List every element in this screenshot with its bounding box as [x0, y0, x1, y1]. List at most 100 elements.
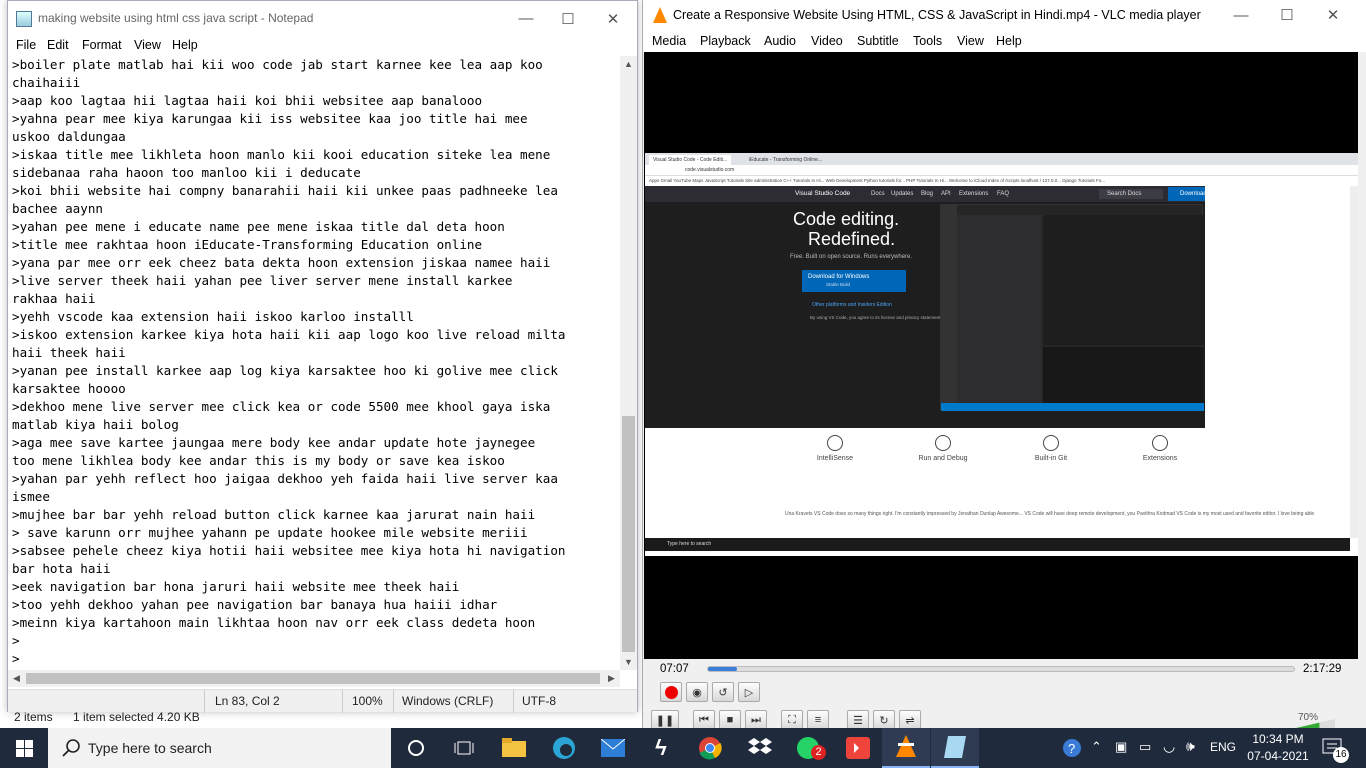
menu-help[interactable]: Help: [996, 34, 1022, 48]
extended-settings-button[interactable]: ≡: [807, 710, 829, 730]
text-line: too mene likhlea body kee andar this is …: [12, 453, 505, 468]
meet-now-icon[interactable]: ▣: [1115, 739, 1127, 755]
start-button[interactable]: [0, 728, 48, 768]
record-button[interactable]: [660, 682, 682, 702]
horizontal-scroll-thumb[interactable]: [26, 673, 600, 684]
loop-ab-button[interactable]: ↺: [712, 682, 734, 702]
previous-icon: ⏮: [699, 713, 709, 726]
help-icon[interactable]: ?: [1062, 738, 1082, 761]
close-icon[interactable]: ✕: [1310, 0, 1356, 30]
vscode-brand: Visual Studio Code: [795, 190, 851, 197]
maximize-icon[interactable]: ☐: [1264, 0, 1310, 30]
text-line: >koi bhii website hai compny banarahii h…: [12, 183, 558, 198]
stop-button[interactable]: ■: [719, 710, 741, 730]
minimize-icon[interactable]: —: [1218, 0, 1264, 30]
vertical-scrollbar[interactable]: ▲ ▼: [620, 56, 637, 670]
edge-icon[interactable]: [540, 728, 588, 768]
taskbar-search-box[interactable]: Type here to search: [48, 728, 391, 768]
notepad-title-bar[interactable]: making website using html css java scrip…: [8, 1, 637, 36]
scroll-left-icon[interactable]: ◀: [8, 670, 25, 687]
feature-intellisense: IntelliSense: [785, 435, 885, 462]
hero-heading-2: Redefined.: [808, 229, 896, 249]
close-icon[interactable]: ✕: [590, 1, 636, 36]
menu-video[interactable]: Video: [811, 34, 843, 48]
next-button[interactable]: ⏭: [745, 710, 767, 730]
notepad-menu-bar: File Edit Format View Help: [8, 36, 637, 56]
fullscreen-button[interactable]: ⛶: [781, 710, 803, 730]
text-line: >dekhoo mene live server mee click kea o…: [12, 399, 551, 414]
inner-taskbar: Type here to search: [645, 538, 1350, 551]
menu-playback[interactable]: Playback: [700, 34, 751, 48]
pause-icon: ❚❚: [655, 714, 675, 727]
whatsapp-icon[interactable]: 2: [784, 728, 832, 768]
menu-format[interactable]: Format: [82, 38, 122, 52]
playlist-button[interactable]: ☰: [847, 710, 869, 730]
wifi-icon[interactable]: ◡: [1163, 738, 1175, 755]
snapshot-button[interactable]: ◉: [686, 682, 708, 702]
clock-date: 07-04-2021: [1247, 749, 1309, 763]
menu-view[interactable]: View: [134, 38, 161, 52]
vlc-controls: ◉ ↺ ▷ ❚❚ ⏮ ■ ⏭ ⛶ ≡ ☰ ↻ ⇌ 70%: [643, 679, 1366, 731]
menu-audio[interactable]: Audio: [764, 34, 796, 48]
app-icon[interactable]: ϟ: [637, 728, 685, 768]
scroll-up-icon[interactable]: ▲: [620, 56, 637, 72]
text-line: >sabsee pehele cheez kiya hotii haii web…: [12, 543, 566, 558]
vlc-title-bar[interactable]: Create a Responsive Website Using HTML, …: [643, 0, 1366, 30]
volume-icon[interactable]: 🕪: [1186, 738, 1195, 755]
menu-edit[interactable]: Edit: [47, 38, 69, 52]
cortana-icon[interactable]: [392, 728, 440, 768]
menu-tools[interactable]: Tools: [913, 34, 942, 48]
dropbox-icon[interactable]: [736, 728, 784, 768]
nav-link: API: [941, 191, 951, 197]
camera-icon: ◉: [692, 686, 702, 699]
vertical-scroll-thumb[interactable]: [622, 416, 635, 652]
seek-bar[interactable]: [707, 666, 1295, 672]
nav-link: FAQ: [997, 191, 1010, 197]
frame-step-button[interactable]: ▷: [738, 682, 760, 702]
menu-view[interactable]: View: [957, 34, 984, 48]
encoding: UTF-8: [522, 694, 556, 708]
vlc-taskbar-icon[interactable]: [882, 728, 930, 768]
menu-media[interactable]: Media: [652, 34, 686, 48]
file-explorer-icon[interactable]: [490, 728, 538, 768]
menu-file[interactable]: File: [16, 38, 36, 52]
text-line: karsaktee hoooo: [12, 381, 126, 396]
horizontal-scrollbar[interactable]: ◀ ▶: [8, 670, 620, 687]
notification-center-icon[interactable]: 16: [1322, 738, 1349, 763]
equalizer-icon: ≡: [814, 714, 822, 726]
previous-button[interactable]: ⏮: [693, 710, 715, 730]
chrome-icon[interactable]: [686, 728, 734, 768]
shuffle-icon: ⇌: [905, 714, 915, 727]
shuffle-button[interactable]: ⇌: [899, 710, 921, 730]
task-view-icon[interactable]: [440, 728, 488, 768]
tweets-section: Una Kravets VS Code does so many things …: [785, 511, 1315, 517]
maximize-icon[interactable]: ☐: [545, 1, 591, 36]
mail-icon[interactable]: [589, 728, 637, 768]
browser-scrollbar: [1350, 186, 1358, 538]
notepad-taskbar-icon[interactable]: [931, 728, 979, 768]
scroll-down-icon[interactable]: ▼: [620, 654, 637, 670]
taskbar-clock[interactable]: 10:34 PM 07-04-2021: [1244, 731, 1312, 765]
text-line: >yana par mee orr eek cheez bata dekta h…: [12, 255, 551, 270]
loop-button[interactable]: ↻: [873, 710, 895, 730]
menu-help[interactable]: Help: [172, 38, 198, 52]
menu-subtitle[interactable]: Subtitle: [857, 34, 899, 48]
lightbulb-icon: [827, 435, 843, 451]
nav-link: Extensions: [959, 191, 989, 197]
anydesk-icon[interactable]: [834, 728, 882, 768]
zoom-level: 100%: [352, 694, 383, 708]
text-line: > save karunn orr mujhee yahann pe updat…: [12, 525, 528, 540]
pause-button[interactable]: ❚❚: [651, 710, 679, 730]
notepad-text-area[interactable]: >boiler plate matlab hai kii woo code ja…: [12, 56, 622, 670]
search-placeholder: Type here to search: [88, 740, 212, 756]
language-indicator[interactable]: ENG: [1210, 740, 1236, 754]
minimize-icon[interactable]: —: [503, 1, 549, 36]
battery-icon[interactable]: ▭: [1139, 739, 1151, 755]
scroll-right-icon[interactable]: ▶: [603, 670, 620, 687]
video-display[interactable]: Visual Studio Code - Code Editi... iEduc…: [644, 52, 1358, 659]
text-line: >title mee rakhtaa hoon iEducate-Transfo…: [12, 237, 483, 252]
inner-taskbar-search: Type here to search: [667, 541, 712, 547]
vscode-website: Visual Studio Code Docs Updates Blog API…: [645, 186, 1350, 428]
browser-url: code.visualstudio.com: [685, 167, 735, 173]
chevron-up-icon[interactable]: ⌃: [1091, 739, 1102, 755]
